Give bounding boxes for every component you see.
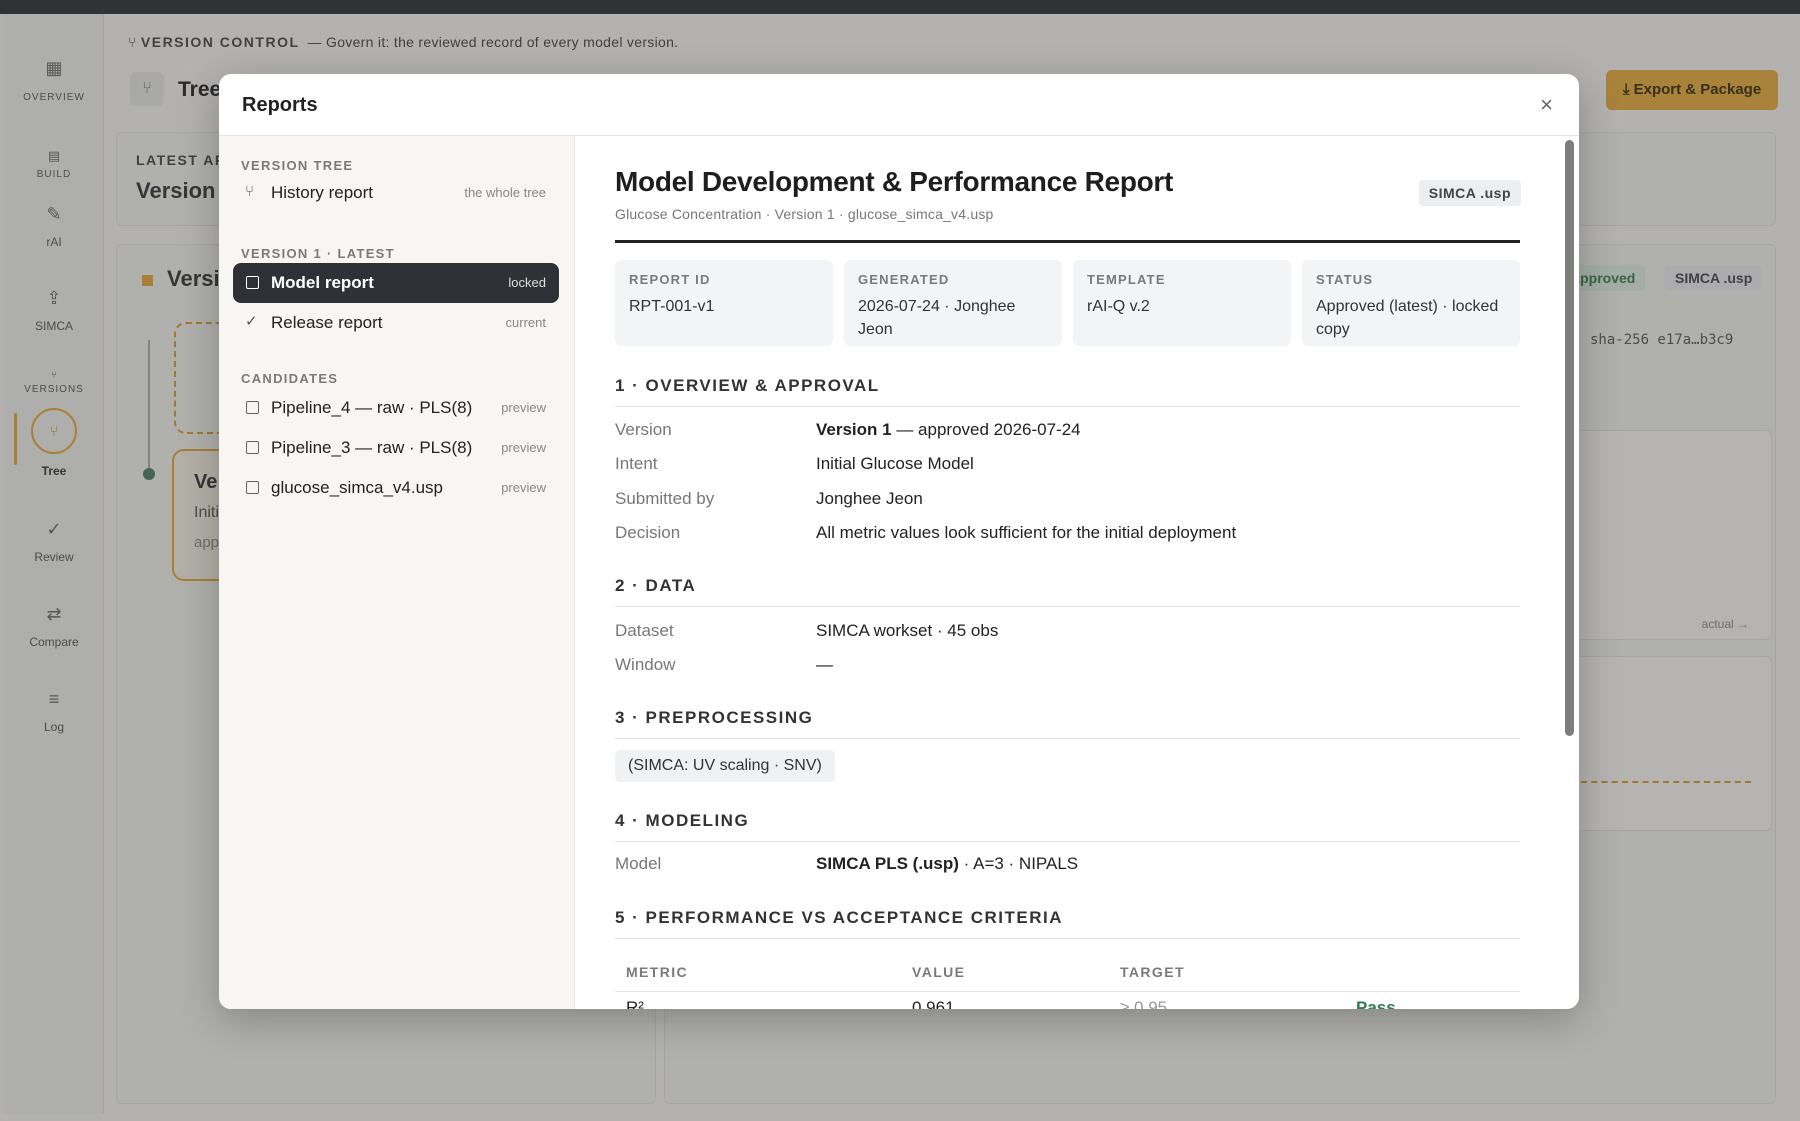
section-modeling-heading: 4 · MODELING	[615, 811, 1520, 842]
report-item-history[interactable]: ⑂ History report the whole tree	[233, 173, 559, 213]
checkbox-icon	[246, 481, 259, 494]
card-template: TEMPLATE rAI-Q v.2	[1073, 260, 1291, 346]
checkbox-icon	[246, 401, 259, 414]
card-report-id: REPORT ID RPT-001-v1	[615, 260, 833, 346]
branch-icon: ⑂	[245, 183, 255, 200]
section-heading-version-tree: VERSION TREE	[241, 158, 354, 173]
field-model: Model SIMCA PLS (.usp) · A=3 · NIPALS	[615, 854, 1079, 873]
modal-title: Reports	[242, 94, 318, 116]
cell-result: Pass	[1356, 998, 1396, 1009]
cell-target: ≥ 0.95	[1120, 998, 1168, 1009]
section-data-heading: 2 · DATA	[615, 576, 1520, 607]
report-subtitle: Glucose Concentration · Version 1 · gluc…	[615, 206, 994, 222]
section-heading-version-1: VERSION 1 · LATEST	[241, 246, 395, 261]
field-submitted-by: Submitted by Jonghee Jeon	[615, 489, 923, 508]
section-preprocessing-heading: 3 · PREPROCESSING	[615, 708, 1520, 739]
cell-value: 0.961	[912, 998, 955, 1009]
report-item-pipeline-3[interactable]: Pipeline_3 — raw · PLS(8) preview	[233, 428, 559, 468]
modal-header: Reports ×	[219, 74, 1579, 136]
field-intent: Intent Initial Glucose Model	[615, 454, 974, 473]
checkbox-icon	[246, 441, 259, 454]
reports-modal: Reports × VERSION TREE ⑂ History report …	[219, 74, 1579, 1009]
report-item-model[interactable]: Model report locked	[233, 263, 559, 303]
close-icon[interactable]: ×	[1540, 92, 1553, 118]
title-divider	[615, 240, 1520, 243]
report-item-release[interactable]: ✓ Release report current	[233, 303, 559, 343]
column-header-value: VALUE	[912, 964, 966, 980]
report-item-pipeline-4[interactable]: Pipeline_4 — raw · PLS(8) preview	[233, 388, 559, 428]
column-header-metric: METRIC	[626, 964, 689, 980]
column-header-target: TARGET	[1120, 964, 1185, 980]
field-decision: Decision All metric values look sufficie…	[615, 523, 1237, 542]
field-window: Window —	[615, 655, 833, 674]
report-list: VERSION TREE ⑂ History report the whole …	[219, 136, 575, 1009]
field-dataset: Dataset SIMCA workset · 45 obs	[615, 621, 999, 640]
section-performance-heading: 5 · PERFORMANCE VS ACCEPTANCE CRITERIA	[615, 908, 1520, 939]
cell-metric: R²	[626, 998, 644, 1009]
report-title: Model Development & Performance Report	[615, 166, 1174, 197]
card-generated: GENERATED 2026-07-24 · Jonghee Jeon	[844, 260, 1062, 346]
card-status: STATUS Approved (latest) · locked copy	[1302, 260, 1520, 346]
preview-scrollbar[interactable]	[1565, 140, 1574, 736]
table-header-row: METRIC VALUE TARGET	[615, 952, 1520, 992]
field-version: Version Version 1 — approved 2026-07-24	[615, 420, 1081, 439]
report-preview[interactable]: Model Development & Performance Report G…	[576, 136, 1579, 1009]
section-overview-heading: 1 · OVERVIEW & APPROVAL	[615, 376, 1520, 407]
checkbox-icon	[246, 276, 259, 289]
preprocessing-chip: (SIMCA: UV scaling · SNV)	[615, 750, 835, 782]
check-icon: ✓	[245, 313, 258, 330]
format-badge: SIMCA .usp	[1418, 180, 1521, 206]
section-heading-candidates: CANDIDATES	[241, 371, 339, 386]
report-item-glucose-simca[interactable]: glucose_simca_v4.usp preview	[233, 468, 559, 508]
